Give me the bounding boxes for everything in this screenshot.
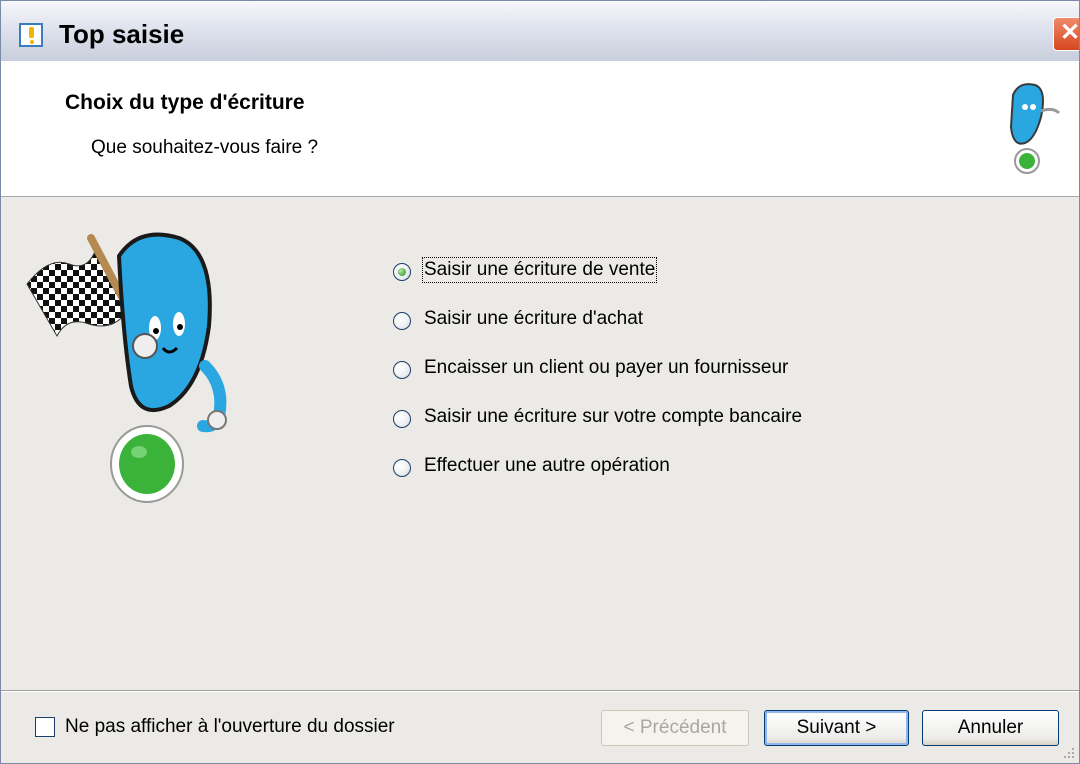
page-title: Choix du type d'écriture: [65, 91, 305, 114]
close-button[interactable]: ✕: [1053, 17, 1079, 51]
footer-divider: [1, 690, 1079, 692]
dont-show-checkbox[interactable]: [35, 717, 55, 737]
app-icon: [19, 23, 43, 47]
mini-mascot-icon: [1009, 83, 1061, 174]
mascot-flag-illustration: [26, 232, 227, 503]
next-button[interactable]: Suivant >: [764, 710, 909, 746]
window-title: Top saisie: [59, 19, 185, 49]
option-label[interactable]: Saisir une écriture d'achat: [424, 308, 643, 330]
option-label[interactable]: Effectuer une autre opération: [424, 455, 670, 477]
wizard-header: Choix du type d'écriture Que souhaitez-v…: [1, 61, 1079, 197]
previous-button[interactable]: < Précédent: [601, 710, 749, 746]
radio-collect-or-pay[interactable]: [393, 361, 411, 379]
dialog-window: Top saisie ✕ Choix du type d'écriture Qu…: [0, 0, 1080, 764]
option-label[interactable]: Saisir une écriture de vente: [421, 257, 658, 283]
title-bar[interactable]: Top saisie ✕: [1, 1, 1079, 61]
radio-other-operation[interactable]: [393, 459, 411, 477]
radio-bank-entry[interactable]: [393, 410, 411, 428]
resize-grip-icon[interactable]: [1062, 746, 1076, 760]
radio-purchase-entry[interactable]: [393, 312, 411, 330]
option-label[interactable]: Encaisser un client ou payer un fourniss…: [424, 357, 788, 379]
dont-show-label[interactable]: Ne pas afficher à l'ouverture du dossier: [65, 716, 395, 738]
radio-sale-entry[interactable]: [393, 263, 411, 281]
cancel-button[interactable]: Annuler: [922, 710, 1059, 746]
option-label[interactable]: Saisir une écriture sur votre compte ban…: [424, 406, 802, 428]
page-subtitle: Que souhaitez-vous faire ?: [91, 137, 319, 158]
